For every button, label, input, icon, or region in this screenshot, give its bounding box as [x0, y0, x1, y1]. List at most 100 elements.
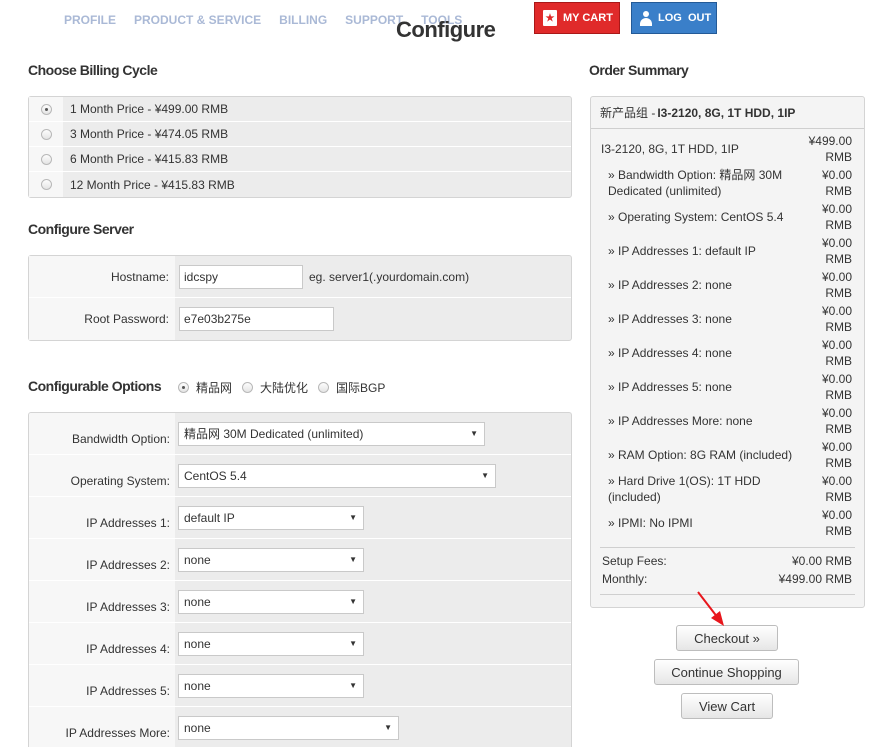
chevron-down-icon: ▼	[349, 513, 357, 522]
ip1-select[interactable]: default IP ▼	[178, 505, 364, 530]
network-choice-label: 国际BGP	[336, 381, 386, 395]
ip2-select[interactable]: none ▼	[178, 547, 364, 572]
summary-line: » IP Addresses 1: default IP ¥0.00 RMB	[591, 235, 864, 269]
summary-line: » Operating System: CentOS 5.4 ¥0.00 RMB	[591, 201, 864, 235]
ip-more-select[interactable]: none ▼	[178, 715, 399, 740]
billing-option-label: 12 Month Price - ¥415.83 RMB	[70, 177, 235, 192]
root-password-input[interactable]: e7e03b275e	[179, 307, 334, 331]
my-cart-button[interactable]: ★ MY CART	[534, 2, 620, 34]
summary-line-name: » IP Addresses 4: none	[608, 346, 732, 360]
option-row: IP Addresses 4: none ▼	[29, 623, 571, 665]
view-cart-button[interactable]: View Cart	[681, 693, 773, 719]
option-label: Bandwidth Option:	[29, 413, 175, 454]
summary-line-name: » Bandwidth Option: 精品网 30M Dedicated (u…	[608, 168, 783, 198]
chevron-down-icon: ▼	[481, 471, 489, 480]
configure-server-panel: Hostname: idcspy eg. server1(.yourdomain…	[28, 255, 572, 341]
billing-heading: Choose Billing Cycle	[28, 62, 158, 78]
summary-product: I3-2120, 8G, 1T HDD, 1IP	[657, 105, 796, 120]
option-label: IP Addresses 5:	[29, 665, 175, 706]
option-row: IP Addresses 3: none ▼	[29, 581, 571, 623]
summary-line-price: ¥0.00 RMB	[821, 508, 852, 538]
billing-radio[interactable]	[40, 153, 52, 165]
select-value: none	[184, 552, 211, 567]
summary-line-price: ¥499.00 RMB	[808, 134, 852, 164]
select-value: none	[184, 720, 211, 735]
summary-line-price: ¥0.00 RMB	[821, 236, 852, 266]
setup-fees-value: ¥0.00 RMB	[791, 554, 852, 568]
monthly-row: Monthly: ¥499.00 RMB	[591, 570, 864, 588]
select-value: 精品网 30M Dedicated (unlimited)	[184, 427, 364, 441]
summary-line: » IP Addresses 2: none ¥0.00 RMB	[591, 269, 864, 303]
root-password-label: Root Password:	[29, 298, 175, 340]
summary-line-price: ¥0.00 RMB	[821, 338, 852, 368]
os-select[interactable]: CentOS 5.4 ▼	[178, 463, 496, 488]
continue-shopping-button[interactable]: Continue Shopping	[654, 659, 799, 685]
chevron-down-icon: ▼	[384, 723, 392, 732]
ip3-select[interactable]: none ▼	[178, 589, 364, 614]
chevron-down-icon: ▼	[349, 597, 357, 606]
billing-option[interactable]: 1 Month Price - ¥499.00 RMB	[29, 97, 571, 122]
my-cart-label: MY CART	[563, 12, 613, 24]
chevron-down-icon: ▼	[349, 555, 357, 564]
hostname-row: Hostname: idcspy eg. server1(.yourdomain…	[29, 256, 571, 298]
option-label: IP Addresses 2:	[29, 539, 175, 580]
setup-fees-label: Setup Fees:	[602, 554, 667, 568]
network-choice-label: 大陆优化	[260, 381, 309, 395]
summary-line: » Hard Drive 1(OS): 1T HDD (included) ¥0…	[591, 473, 864, 507]
option-row: IP Addresses 2: none ▼	[29, 539, 571, 581]
page-title: Configure	[396, 17, 496, 42]
nav-support[interactable]: SUPPORT	[345, 13, 403, 29]
summary-line: » IPMI: No IPMI ¥0.00 RMB	[591, 507, 864, 541]
option-label: IP Addresses 3:	[29, 581, 175, 622]
summary-line: » IP Addresses 3: none ¥0.00 RMB	[591, 303, 864, 337]
ip4-select[interactable]: none ▼	[178, 631, 364, 656]
setup-fees-row: Setup Fees: ¥0.00 RMB	[591, 552, 864, 570]
order-summary-heading: Order Summary	[589, 62, 689, 78]
billing-cycle-panel: 1 Month Price - ¥499.00 RMB 3 Month Pric…	[28, 96, 572, 198]
select-value: none	[184, 594, 211, 609]
summary-line-name: » IP Addresses 3: none	[608, 312, 732, 326]
billing-radio[interactable]	[40, 179, 52, 190]
summary-line-name: » IP Addresses More: none	[608, 414, 753, 428]
summary-line: » IP Addresses More: none ¥0.00 RMB	[591, 405, 864, 439]
configurable-options-heading: Configurable Options	[28, 378, 162, 394]
network-radio[interactable]	[318, 382, 330, 393]
billing-option[interactable]: 12 Month Price - ¥415.83 RMB	[29, 172, 571, 197]
billing-option-label: 6 Month Price - ¥415.83 RMB	[70, 152, 229, 166]
hostname-label: Hostname:	[29, 256, 175, 297]
summary-line: » RAM Option: 8G RAM (included) ¥0.00 RM…	[591, 439, 864, 473]
nav-profile[interactable]: PROFILE	[64, 13, 116, 29]
billing-radio[interactable]	[40, 128, 52, 140]
nav-billing[interactable]: BILLING	[279, 13, 327, 29]
select-value: none	[184, 678, 211, 693]
billing-radio[interactable]	[40, 103, 52, 115]
option-row: IP Addresses 1: default IP ▼	[29, 497, 571, 539]
option-row: Bandwidth Option: 精品网 30M Dedicated (unl…	[29, 413, 571, 455]
summary-line-price: ¥0.00 RMB	[821, 406, 852, 436]
network-type-radios: 精品网 大陆优化 国际BGP	[178, 379, 385, 396]
user-icon	[640, 10, 652, 26]
bandwidth-select[interactable]: 精品网 30M Dedicated (unlimited) ▼	[178, 421, 485, 446]
chevron-down-icon: ▼	[349, 681, 357, 690]
checkout-button[interactable]: Checkout »	[676, 625, 778, 651]
billing-option[interactable]: 3 Month Price - ¥474.05 RMB	[29, 122, 571, 147]
network-radio[interactable]	[178, 382, 189, 393]
summary-line-name: » RAM Option: 8G RAM (included)	[608, 448, 793, 462]
billing-option[interactable]: 6 Month Price - ¥415.83 RMB	[29, 147, 571, 172]
summary-line: » IP Addresses 4: none ¥0.00 RMB	[591, 337, 864, 371]
select-value: default IP	[184, 510, 235, 525]
logout-button[interactable]: LOG OUT	[631, 2, 717, 34]
hostname-hint: eg. server1(.yourdomain.com)	[309, 269, 470, 284]
summary-line-price: ¥0.00 RMB	[821, 372, 852, 402]
summary-line: » Bandwidth Option: 精品网 30M Dedicated (u…	[591, 167, 864, 201]
summary-divider	[600, 594, 855, 595]
nav-product-service[interactable]: PRODUCT & SERVICE	[134, 13, 261, 29]
option-label: IP Addresses More:	[29, 707, 175, 747]
summary-line-price: ¥0.00 RMB	[821, 270, 852, 300]
summary-line: I3-2120, 8G, 1T HDD, 1IP ¥499.00 RMB	[591, 133, 864, 167]
hostname-input[interactable]: idcspy	[179, 264, 303, 289]
network-radio[interactable]	[242, 382, 254, 393]
summary-line-name: » Operating System: CentOS 5.4	[608, 210, 784, 224]
summary-line-price: ¥0.00 RMB	[821, 168, 852, 198]
ip5-select[interactable]: none ▼	[178, 673, 364, 698]
